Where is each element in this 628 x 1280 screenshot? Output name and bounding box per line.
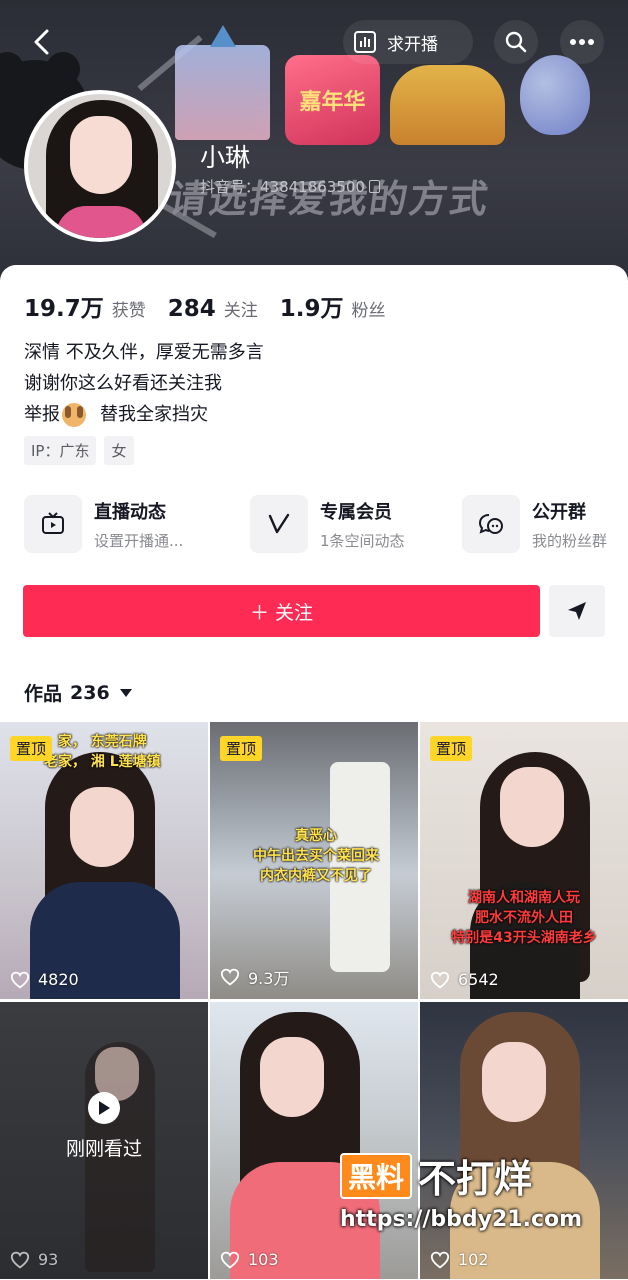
follow-button[interactable]: ＋ 关注 xyxy=(23,585,540,637)
like-count-text: 103 xyxy=(248,1250,279,1269)
pinned-badge: 置顶 xyxy=(220,736,263,761)
stat-following[interactable]: 284 关注 xyxy=(168,296,258,322)
more-dots-icon xyxy=(570,39,594,45)
video-caption: 真恶心 中午出去买个菜回来 内衣内裤又不见了 xyxy=(253,828,379,884)
douyin-id[interactable]: 抖音号：43841863500 xyxy=(200,176,380,197)
request-live-label: 求开播 xyxy=(387,34,438,55)
heart-icon xyxy=(430,1251,450,1268)
site-watermark: 黑料 不打烊 https://bbdy21.com xyxy=(340,1148,582,1232)
search-icon xyxy=(505,31,527,53)
profile-tags: IP：广东 女 xyxy=(24,436,134,465)
like-count: 103 xyxy=(220,1250,279,1269)
works-count: 236 xyxy=(70,681,110,704)
send-icon xyxy=(568,602,586,620)
avatar[interactable] xyxy=(24,90,176,242)
request-live-button[interactable]: 求开播 xyxy=(343,20,473,64)
feature-title: 直播动态 xyxy=(94,501,166,523)
stat-label: 粉丝 xyxy=(351,301,386,321)
bio-line: 举报 替我全家挡灾 xyxy=(24,399,264,430)
like-count: 93 xyxy=(10,1250,58,1269)
pinned-badge: 置顶 xyxy=(10,736,53,761)
heart-icon xyxy=(10,971,30,988)
heart-icon xyxy=(10,1251,30,1268)
share-button[interactable] xyxy=(549,585,605,637)
works-tab[interactable]: 作品 236 xyxy=(24,679,132,706)
like-count-text: 9.3万 xyxy=(248,969,290,988)
feature-subtitle: 设置开播通... xyxy=(94,531,184,550)
bio-line: 深情 不及久伴，厚爱无需多言 xyxy=(24,342,264,363)
castle-decoration xyxy=(175,25,270,140)
video-tile[interactable]: 刚刚看过 93 xyxy=(0,1002,208,1279)
back-button[interactable] xyxy=(22,22,62,62)
like-count-text: 93 xyxy=(38,1250,59,1269)
stat-value: 19.7万 xyxy=(24,296,104,322)
bio-line: 谢谢你这么好看还关注我 xyxy=(24,373,222,394)
like-count: 6542 xyxy=(430,970,499,989)
feature-public-group[interactable]: 公开群 我的粉丝群 xyxy=(462,495,607,553)
heart-icon xyxy=(220,968,240,986)
video-tile[interactable]: 家， 东莞石牌 老家， 湘 L莲塘镇 置顶 4820 xyxy=(0,722,208,999)
video-tile[interactable]: 湖南人和湖南人玩 肥水不流外人田 特别是43开头湖南老乡 置顶 6542 xyxy=(420,722,628,999)
tv-icon xyxy=(42,512,64,534)
like-count: 102 xyxy=(430,1250,489,1269)
watermark-brand: 不打烊 xyxy=(418,1157,533,1201)
bio-text: 替我全家挡灾 xyxy=(100,404,208,425)
chevron-left-icon xyxy=(34,29,49,55)
like-count: 9.3万 xyxy=(220,965,289,989)
douyin-id-text: 抖音号：43841863500 xyxy=(200,178,365,196)
stats-row: 19.7万 获赞 284 关注 1.9万 粉丝 xyxy=(24,289,408,323)
video-tile[interactable]: 103 xyxy=(210,1002,418,1279)
feature-subtitle: 1条空间动态 xyxy=(320,531,405,550)
carnival-text: 嘉年华 xyxy=(299,90,366,115)
more-button[interactable] xyxy=(560,20,604,64)
gender-tag: 女 xyxy=(104,436,134,465)
just-viewed-label: 刚刚看过 xyxy=(65,1138,142,1160)
dog-emoji-icon xyxy=(62,402,86,427)
pinned-badge: 置顶 xyxy=(430,736,473,761)
carnival-decoration: 嘉年华 xyxy=(285,55,380,145)
heart-icon xyxy=(220,1251,240,1268)
feature-subtitle: 我的粉丝群 xyxy=(532,531,608,550)
copy-icon[interactable] xyxy=(368,180,380,193)
feature-row: 直播动态 设置开播通... 专属会员 1条空间动态 公开群 我的粉丝群 xyxy=(24,495,624,557)
just-viewed-overlay: 刚刚看过 xyxy=(0,1092,208,1161)
watermark-logo: 黑料 xyxy=(340,1152,413,1199)
like-count-text: 4820 xyxy=(38,970,79,989)
stat-label: 关注 xyxy=(223,301,258,321)
video-caption: 家， 东莞石牌 老家， 湘 L莲塘镇 xyxy=(44,734,161,770)
stat-followers[interactable]: 1.9万 粉丝 xyxy=(280,289,386,323)
video-tile[interactable]: 102 xyxy=(420,1002,628,1279)
stat-label: 获赞 xyxy=(111,301,146,321)
like-count-text: 102 xyxy=(458,1250,489,1269)
search-button[interactable] xyxy=(494,20,538,64)
caret-down-icon xyxy=(119,688,132,697)
ip-tag: IP：广东 xyxy=(24,436,97,465)
carriage-decoration xyxy=(390,65,505,145)
heart-icon xyxy=(430,971,450,988)
feature-title: 公开群 xyxy=(532,501,586,523)
stat-likes[interactable]: 19.7万 获赞 xyxy=(24,289,146,323)
stat-value: 284 xyxy=(167,296,216,322)
stat-value: 1.9万 xyxy=(279,296,344,322)
nickname: 小琳 xyxy=(200,143,251,172)
feature-live-updates[interactable]: 直播动态 设置开播通... xyxy=(24,495,183,553)
like-count: 4820 xyxy=(10,970,79,989)
bio: 深情 不及久伴，厚爱无需多言 谢谢你这么好看还关注我 举报 替我全家挡灾 xyxy=(24,337,264,430)
like-count-text: 6542 xyxy=(458,970,499,989)
bio-text: 举报 xyxy=(24,404,60,425)
feature-title: 专属会员 xyxy=(320,501,392,523)
watermark-url: https://bbdy21.com xyxy=(340,1207,583,1232)
play-icon xyxy=(88,1092,120,1124)
feature-exclusive-membership[interactable]: 专属会员 1条空间动态 xyxy=(250,495,405,553)
profile-banner: 嘉年华 请选择爱我的方式 求开播 小琳 抖音号：43841863500 xyxy=(0,0,628,300)
works-label: 作品 xyxy=(24,683,63,705)
v-badge-icon xyxy=(268,513,290,534)
video-tile[interactable]: 真恶心 中午出去买个菜回来 内衣内裤又不见了 置顶 9.3万 xyxy=(210,722,418,999)
group-chat-icon xyxy=(478,514,503,534)
video-caption: 湖南人和湖南人玩 肥水不流外人田 特别是43开头湖南老乡 xyxy=(451,890,597,946)
bar-chart-icon xyxy=(354,31,376,53)
balloon-decoration xyxy=(520,55,590,135)
